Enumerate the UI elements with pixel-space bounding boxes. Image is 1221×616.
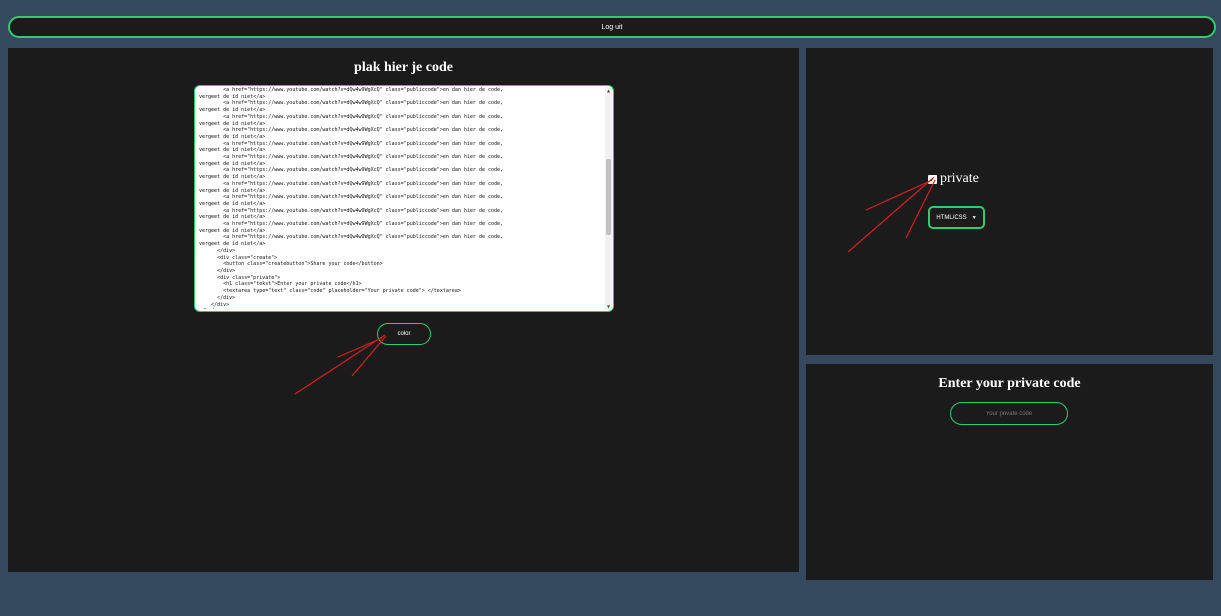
code-line: <a href="https://www.youtube.com/watch?v… (199, 154, 504, 161)
private-label: private (940, 171, 979, 186)
code-line: <a href="https://www.youtube.com/watch?v… (199, 127, 504, 134)
code-editor-panel: plak hier je code <a href="https://www.y… (8, 48, 799, 572)
code-line: </div> (199, 301, 230, 308)
logout-button[interactable]: Log uit (8, 16, 1216, 38)
code-line: <a href="https://www.youtube.com/watch?v… (199, 234, 504, 241)
code-line: <textarea type="text" class="code" place… (199, 288, 461, 295)
code-line: <a href="https://www.youtube.com/watch?v… (199, 221, 504, 228)
scroll-up-icon[interactable]: ▲ (605, 87, 612, 94)
scroll-thumb[interactable] (606, 159, 611, 235)
code-line: <a href="https://www.youtube.com/watch?v… (199, 180, 504, 187)
code-line: <a href="https://www.youtube.com/watch?v… (199, 140, 504, 147)
code-line: vergeet de id niet</a> (199, 241, 266, 248)
code-line: vergeet de id niet</a> (199, 187, 266, 194)
language-select-value: HTML/CSS (936, 214, 967, 221)
code-line: vergeet de id niet</a> (199, 107, 266, 114)
code-line: <div class="create"> (199, 254, 278, 261)
code-line: <a href="https://www.youtube.com/watch?v… (199, 167, 504, 174)
private-code-panel: Enter your private code (806, 364, 1213, 580)
chevron-down-icon: ▼ (971, 214, 977, 221)
page-title: plak hier je code (354, 60, 453, 75)
code-line: </body> (199, 308, 601, 309)
code-line: <a href="https://www.youtube.com/watch?v… (199, 113, 504, 120)
code-line: <div class="private"> (199, 274, 281, 281)
scrollbar[interactable]: ▲ ▼ (605, 87, 612, 310)
scroll-down-icon[interactable]: ▼ (605, 303, 612, 310)
private-code-input[interactable] (950, 402, 1068, 425)
settings-panel: ✓ private HTML/CSS ▼ (806, 48, 1213, 355)
code-line: vergeet de id niet</a> (199, 133, 266, 140)
code-line: vergeet de id niet</a> (199, 120, 266, 127)
code-line: vergeet de id niet</a> (199, 214, 266, 221)
code-line: vergeet de id niet</a> (199, 147, 266, 154)
code-line: vergeet de id niet</a> (199, 227, 266, 234)
code-line: vergeet de id niet</a> (199, 93, 266, 100)
code-line: vergeet de id niet</a> (199, 160, 266, 167)
code-line: <a href="https://www.youtube.com/watch?v… (199, 194, 504, 201)
code-line: <a href="https://www.youtube.com/watch?v… (199, 100, 504, 107)
private-toggle[interactable]: ✓ private (928, 171, 979, 187)
code-textarea[interactable]: <a href="https://www.youtube.com/watch?v… (194, 85, 614, 312)
color-button[interactable]: color (377, 323, 431, 345)
code-line: <a href="https://www.youtube.com/watch?v… (199, 207, 504, 214)
code-line: vergeet de id niet</a> (199, 174, 266, 181)
private-checkbox[interactable]: ✓ (928, 174, 937, 184)
code-line: vergeet de id niet</a> (199, 200, 266, 207)
language-select[interactable]: HTML/CSS ▼ (928, 206, 985, 229)
code-content[interactable]: <a href="https://www.youtube.com/watch?v… (199, 87, 601, 309)
private-code-title: Enter your private code (938, 376, 1081, 391)
code-line: </div> (199, 294, 236, 301)
code-line: <button class="createbutton">Share your … (199, 261, 383, 268)
code-line: </div> (199, 267, 236, 274)
code-line: <h1 class="tekst">Enter your private cod… (199, 281, 362, 288)
code-line: </div> (199, 247, 236, 254)
code-line: <a href="https://www.youtube.com/watch?v… (199, 87, 504, 93)
